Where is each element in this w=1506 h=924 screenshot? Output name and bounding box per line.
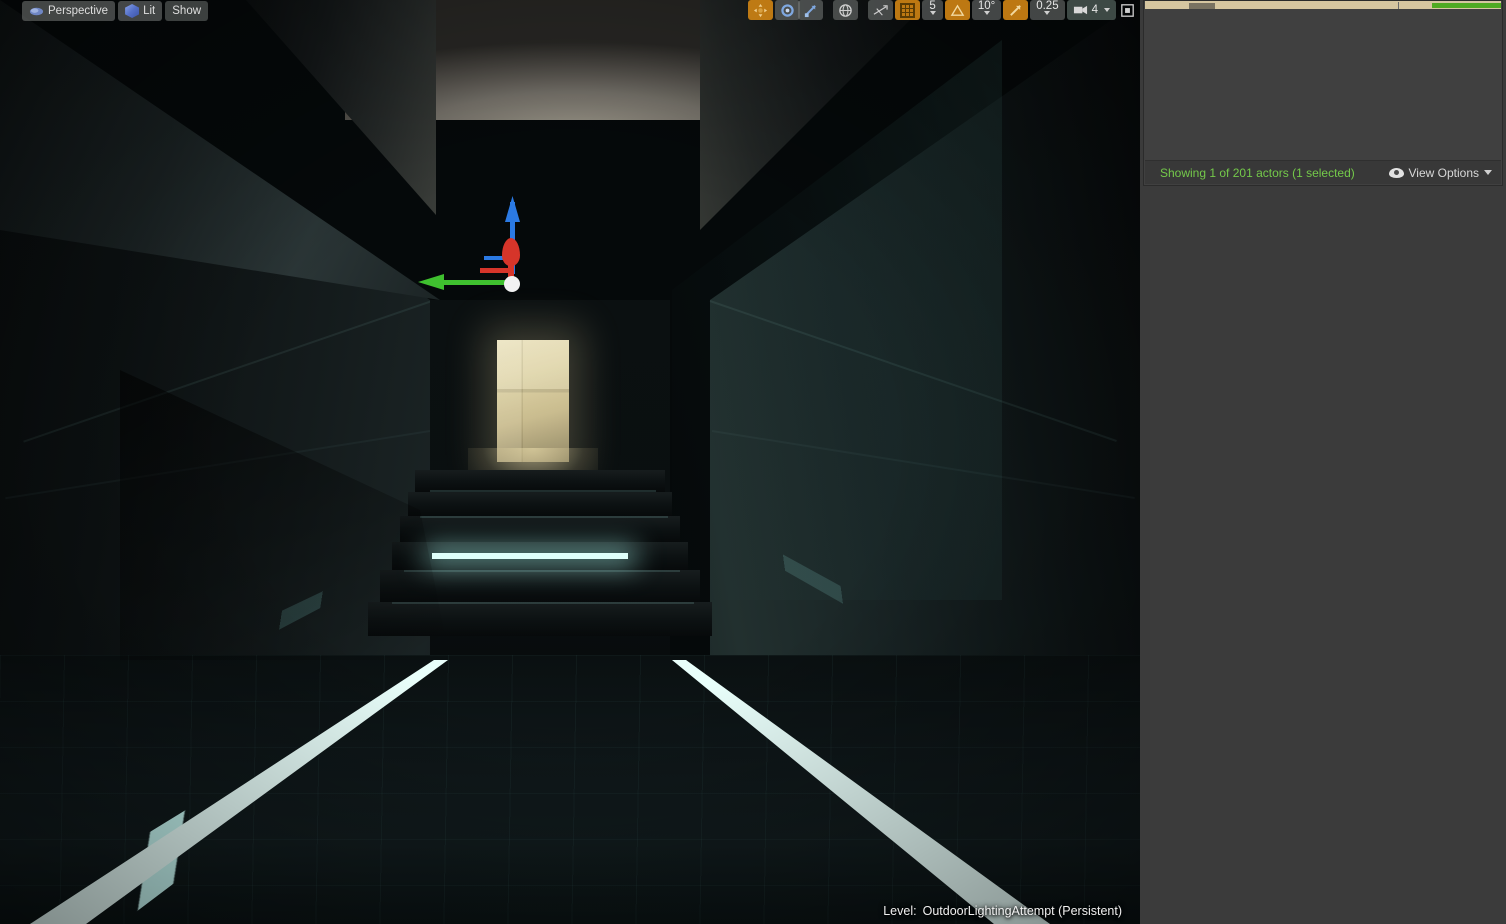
grid-icon	[900, 2, 916, 18]
viewport-show-menu-button[interactable]: Show	[165, 1, 209, 21]
grid-snap-toggle-button[interactable]	[895, 0, 921, 20]
viewport-view-mode-button[interactable]: Lit	[118, 1, 163, 21]
maximize-viewport-button[interactable]	[1118, 1, 1136, 19]
chevron-down-icon	[983, 11, 990, 15]
rotation-snap-value-button[interactable]: 10°	[971, 0, 1002, 20]
viewport-show-label: Show	[172, 5, 202, 17]
chevron-down-icon	[1104, 8, 1110, 12]
level-prefix: Level:	[883, 904, 917, 918]
outliner-selected-row[interactable]	[1145, 1, 1501, 9]
rotate-mode-button[interactable]	[775, 0, 801, 20]
camera-speed-icon	[1073, 5, 1087, 14]
diagonal-arrow-icon	[1010, 4, 1022, 16]
scale-snap-toggle-button[interactable]	[1003, 0, 1029, 20]
level-status-label: Level: OutdoorLightingAttempt (Persistent…	[883, 904, 1122, 918]
translate-gizmo-icon	[754, 3, 768, 17]
level-viewport[interactable]: Perspective Lit Show 5 10° 0.25 4 Level:…	[0, 0, 1140, 924]
scene-stair-step	[415, 470, 665, 492]
gizmo-axis-x-arrow-icon[interactable]	[418, 274, 444, 290]
scale-snap-value-button[interactable]: 0.25	[1030, 0, 1065, 20]
viewport-toolbar-right: 5 10° 0.25 4	[748, 0, 1136, 20]
view-options-button[interactable]: View Options	[1388, 165, 1492, 180]
viewport-toolbar-left: Perspective Lit Show	[22, 1, 209, 21]
translate-gizmo[interactable]	[418, 196, 540, 300]
scale-gizmo-icon	[805, 4, 817, 17]
viewport-camera-mode-button[interactable]: Perspective	[22, 1, 116, 21]
scene-stair-lip	[404, 570, 680, 572]
surface-snap-button[interactable]	[868, 0, 894, 20]
rendered-scene	[0, 0, 1140, 924]
world-outliner-list[interactable]	[1145, 1, 1501, 161]
view-options-label: View Options	[1408, 165, 1479, 180]
gizmo-origin-handle[interactable]	[504, 276, 520, 292]
viewport-view-mode-label: Lit	[143, 5, 156, 17]
scene-doorway-panes	[497, 340, 569, 462]
camera-icon	[29, 7, 44, 15]
outliner-status-text: Showing 1 of 201 actors (1 selected)	[1160, 165, 1355, 180]
gizmo-axis-y-arrow-icon[interactable]	[502, 238, 520, 266]
scene-ceiling-left-bevel	[246, 0, 436, 215]
outliner-column-divider	[1398, 2, 1399, 9]
level-name: OutdoorLightingAttempt (Persistent)	[922, 904, 1122, 918]
outliner-row-icon	[1189, 3, 1215, 9]
scene-stair-step	[408, 492, 672, 516]
eye-icon	[1388, 167, 1404, 178]
grid-snap-value-button[interactable]: 5	[922, 0, 943, 20]
scene-stair-lip	[420, 516, 668, 518]
coordinate-system-button[interactable]	[833, 0, 859, 20]
camera-speed-label: 4	[1091, 4, 1098, 16]
scene-stair-step	[400, 516, 680, 542]
chevron-down-icon	[1484, 170, 1492, 175]
world-outliner-panel: Showing 1 of 201 actors (1 selected) Vie…	[1143, 0, 1503, 186]
gizmo-axis-z-arrow-icon[interactable]	[505, 196, 520, 222]
scene-neon-bar	[432, 553, 628, 559]
rotation-snap-toggle-button[interactable]	[944, 0, 970, 20]
cube-icon	[125, 4, 140, 18]
globe-icon	[839, 3, 853, 17]
scene-stair-lip	[430, 490, 656, 492]
maximize-icon	[1120, 3, 1134, 17]
translate-mode-button[interactable]	[748, 0, 774, 20]
scale-mode-button[interactable]	[798, 0, 824, 20]
chevron-down-icon	[1044, 11, 1051, 15]
viewport-camera-mode-label: Perspective	[48, 5, 109, 17]
chevron-down-icon	[929, 11, 936, 15]
outliner-status-bar: Showing 1 of 201 actors (1 selected) Vie…	[1145, 160, 1501, 184]
angle-icon	[950, 3, 965, 16]
outliner-row-type-text	[1432, 3, 1501, 8]
surface-snap-icon	[874, 4, 889, 16]
camera-speed-button[interactable]: 4	[1066, 0, 1116, 20]
right-dock-panel: Showing 1 of 201 actors (1 selected) Vie…	[1140, 0, 1506, 924]
rotate-gizmo-icon	[781, 3, 795, 17]
unreal-editor-window: Perspective Lit Show 5 10° 0.25 4 Level:…	[0, 0, 1506, 924]
